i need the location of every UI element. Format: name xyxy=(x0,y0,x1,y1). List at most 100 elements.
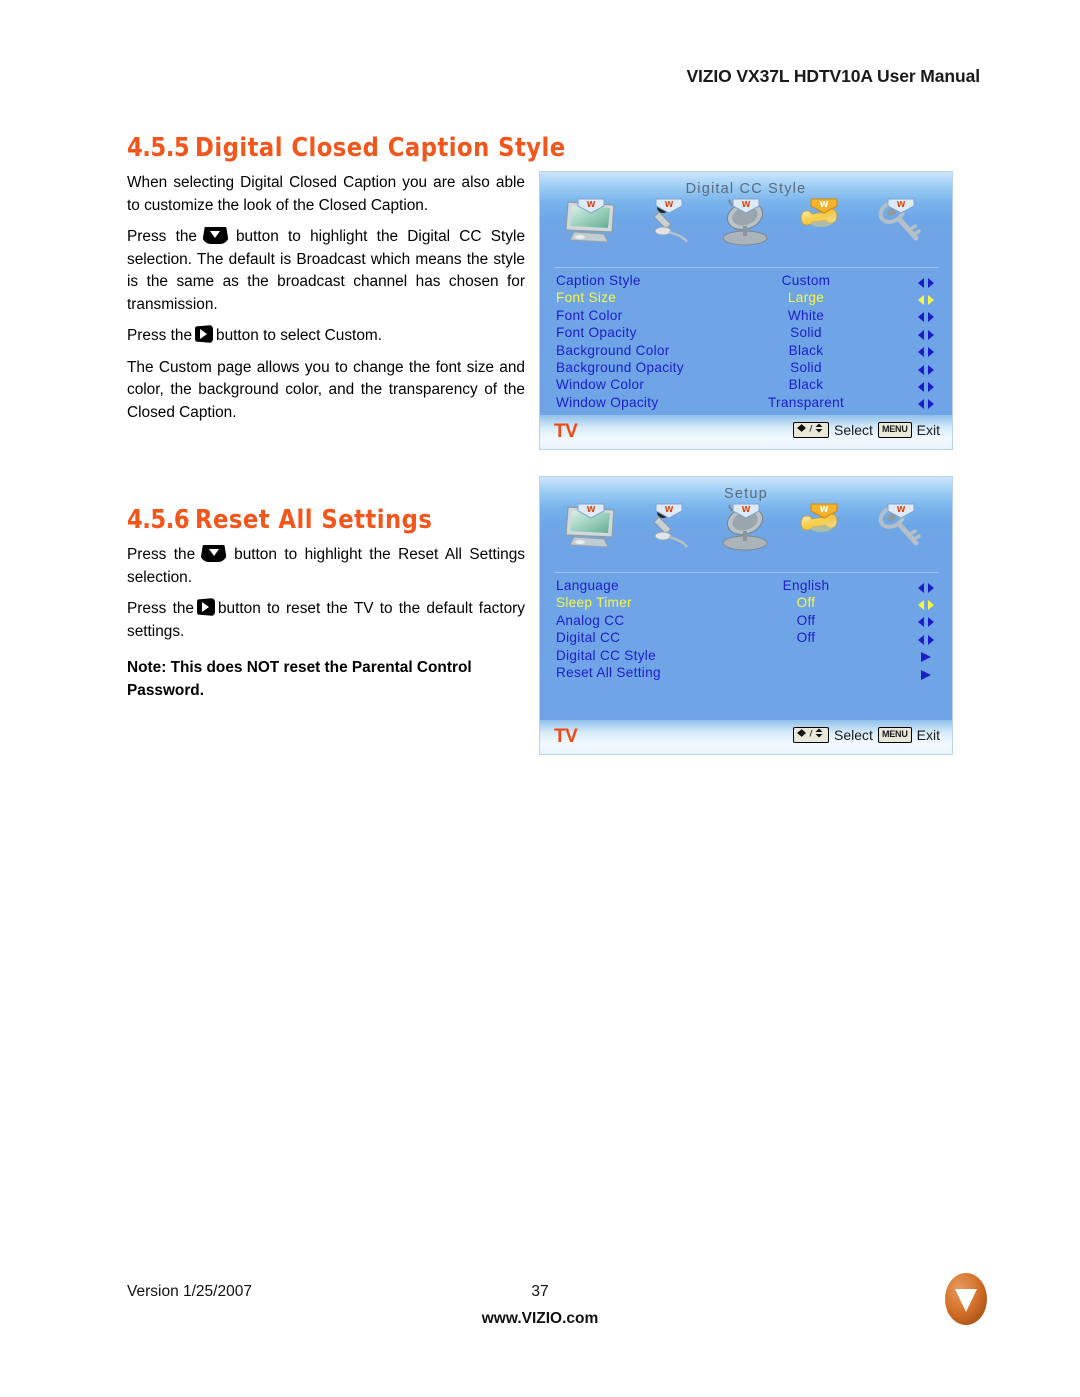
osd-row[interactable]: Font Opacity Solid xyxy=(556,324,942,341)
tab-marker-icon: W xyxy=(577,198,605,214)
osd-icon-bar: W W W W W xyxy=(556,503,936,569)
down-arrow-key-icon xyxy=(200,545,228,562)
osd-row[interactable]: Window Opacity Transparent xyxy=(556,394,942,411)
wrench-icon[interactable]: W xyxy=(789,198,859,264)
osd-hint-select-label: Select xyxy=(834,422,873,438)
section-digital-closed-caption-style: 4.5.5 Digital Closed Caption Style When s… xyxy=(127,133,565,424)
left-right-arrow-icon[interactable] xyxy=(918,275,934,288)
osd-hint-select-label: Select xyxy=(834,727,873,743)
right-triangle-icon[interactable] xyxy=(918,650,934,663)
osd-row[interactable]: Background Opacity Solid xyxy=(556,359,942,376)
microphone-icon[interactable]: W xyxy=(634,503,704,569)
osd-row-label: Font Opacity xyxy=(556,325,637,341)
left-right-arrow-icon[interactable] xyxy=(918,345,934,358)
osd-settings-list-setup: Language English Sleep Timer Off Analog … xyxy=(556,577,942,681)
press-down-suffix: button to highlight the Digital CC xyxy=(235,228,482,245)
osd-row[interactable]: Digital CC Off xyxy=(556,629,942,646)
osd-row-label: Window Opacity xyxy=(556,394,659,410)
paragraph-press-down: Press the button to highlight the Digital… xyxy=(127,226,525,316)
osd-title: Setup xyxy=(724,486,768,502)
paragraph-intro: When selecting Digital Closed Caption yo… xyxy=(127,174,525,214)
svg-text:W: W xyxy=(664,505,673,514)
tab-marker-icon: W xyxy=(887,198,915,214)
osd-hint-bar: / Select MENU Exit xyxy=(793,422,940,438)
osd-row-label: Sleep Timer xyxy=(556,595,632,611)
key-icon[interactable]: W xyxy=(866,198,936,264)
osd-row-value: Black xyxy=(788,342,824,358)
osd-status-bar: TV / Select MENU Exit xyxy=(540,415,952,449)
osd-row[interactable]: Analog CC Off xyxy=(556,612,942,629)
svg-text:W: W xyxy=(897,200,906,209)
menu-key-icon: MENU xyxy=(877,422,912,438)
key-icon[interactable]: W xyxy=(866,503,936,569)
osd-row-label: Digital CC Style xyxy=(556,647,656,663)
section-reset-all-settings: 4.5.6 Reset All Settings Press the button … xyxy=(127,505,525,702)
osd-row-value: Large xyxy=(787,290,825,306)
osd-row[interactable]: Language English xyxy=(556,577,942,594)
tab-marker-icon: W xyxy=(732,198,760,214)
osd-row-value: Custom xyxy=(781,273,831,288)
satellite-dish-icon[interactable]: W xyxy=(711,503,781,569)
osd-title: Digital CC Style xyxy=(685,181,807,197)
right-triangle-icon[interactable] xyxy=(918,667,934,680)
osd-row[interactable]: Font Color White xyxy=(556,307,942,324)
osd-source-label: TV xyxy=(554,421,578,442)
footer-website: www.VIZIO.com xyxy=(481,1310,599,1327)
section-heading-456: 4.5.6 Reset All Settings xyxy=(127,505,513,535)
osd-row[interactable]: Caption Style Custom xyxy=(556,272,942,289)
left-right-arrow-icon[interactable] xyxy=(918,580,934,593)
osd-row[interactable]: Digital CC Style xyxy=(556,647,942,664)
osd-hint-bar: / Select MENU Exit xyxy=(793,727,940,743)
osd-row-label: Caption Style xyxy=(556,273,641,288)
left-right-arrow-icon[interactable] xyxy=(918,362,934,375)
press-right-suffix: button to select Custom. xyxy=(216,327,382,344)
osd-source-label: TV xyxy=(554,726,578,747)
navigation-keys-icon: / xyxy=(793,422,830,438)
paragraph-custom-page: The Custom page allows you to change the… xyxy=(127,358,525,421)
right-arrow-key-icon xyxy=(196,598,215,616)
osd-row-label: Language xyxy=(556,578,619,593)
osd-icon-bar: W W W W W xyxy=(556,198,936,264)
osd-divider xyxy=(554,572,938,573)
tab-marker-icon: W xyxy=(732,503,760,519)
osd-row-value: Off xyxy=(796,595,816,611)
left-right-arrow-icon[interactable] xyxy=(918,380,934,393)
left-right-arrow-icon[interactable] xyxy=(918,632,934,645)
osd-row-value: Off xyxy=(796,630,816,646)
left-right-arrow-icon[interactable] xyxy=(918,397,934,410)
tab-marker-icon: W xyxy=(655,198,682,214)
osd-status-bar: TV / Select MENU Exit xyxy=(540,720,952,754)
osd-row-value: Transparent xyxy=(767,394,845,410)
osd-row-label: Background Opacity xyxy=(556,359,684,375)
osd-row[interactable]: Window Color Black xyxy=(556,376,942,393)
monitor-icon[interactable]: W xyxy=(556,198,626,264)
svg-text:W: W xyxy=(819,505,828,514)
monitor-icon[interactable]: W xyxy=(556,503,626,569)
left-right-arrow-icon[interactable] xyxy=(918,293,934,306)
footer-page-number: 37 xyxy=(531,1283,549,1300)
osd-screenshot-setup: Setup W W W W W Language English Sleep T… xyxy=(540,477,952,754)
wrench-icon[interactable]: W xyxy=(789,503,859,569)
satellite-dish-icon[interactable]: W xyxy=(711,198,781,264)
osd-row-label: Background Color xyxy=(556,342,670,358)
osd-row-value: White xyxy=(787,307,825,323)
paragraph-press-right-reset: Press the button to reset the TV to the d… xyxy=(127,598,525,643)
osd-settings-list-digital-cc-style: Caption Style Custom Font Size Large Fon… xyxy=(556,272,942,411)
tab-marker-icon: W xyxy=(577,503,605,519)
left-right-arrow-icon[interactable] xyxy=(918,598,934,611)
osd-row-highlighted[interactable]: Font Size Large xyxy=(556,289,942,306)
press-down-prefix: Press the xyxy=(127,228,197,245)
osd-row-value: Black xyxy=(788,377,824,393)
osd-row-label: Digital CC xyxy=(556,630,621,646)
navigation-keys-icon: / xyxy=(793,727,830,743)
left-right-arrow-icon[interactable] xyxy=(918,615,934,628)
left-right-arrow-icon[interactable] xyxy=(918,327,934,340)
menu-key-icon: MENU xyxy=(877,727,912,743)
osd-row[interactable]: Reset All Setting xyxy=(556,664,942,681)
left-right-arrow-icon[interactable] xyxy=(918,310,934,323)
microphone-icon[interactable]: W xyxy=(634,198,704,264)
tab-marker-icon: W xyxy=(887,503,915,519)
section-number: 4.5.5 xyxy=(127,133,190,163)
osd-row[interactable]: Background Color Black xyxy=(556,342,942,359)
osd-row-highlighted[interactable]: Sleep Timer Off xyxy=(556,594,942,611)
